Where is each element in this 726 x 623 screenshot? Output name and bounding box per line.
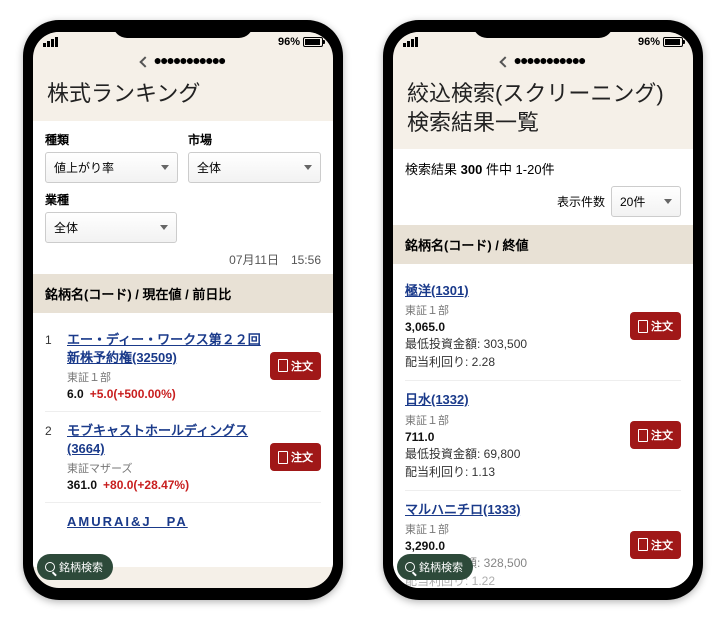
arrow-left-icon bbox=[500, 56, 511, 67]
filter-market-label: 市場 bbox=[188, 131, 321, 148]
nav-hint: ●●●●●●●●●●● bbox=[33, 50, 333, 72]
battery-percent: 96% bbox=[278, 36, 300, 48]
stock-search-button[interactable]: 銘柄検索 bbox=[37, 554, 113, 580]
filter-industry-label: 業種 bbox=[45, 191, 177, 208]
overflow-stock-link[interactable]: AMURAI&J PA bbox=[45, 503, 321, 530]
battery-icon bbox=[303, 37, 323, 47]
result-summary: 検索結果 300 件中 1-20件 bbox=[405, 159, 681, 178]
stock-link[interactable]: モブキャストホールディングス(3664) bbox=[67, 422, 262, 458]
ranking-row: 2 モブキャストホールディングス(3664) 東証マザーズ 361.0 +80.0… bbox=[45, 412, 321, 503]
order-icon bbox=[638, 320, 648, 333]
min-invest: 328,500 bbox=[484, 556, 527, 570]
yield: 1.13 bbox=[472, 465, 495, 479]
display-count-label: 表示件数 bbox=[557, 193, 605, 210]
search-icon bbox=[405, 562, 415, 572]
battery-indicator: 96% bbox=[638, 36, 683, 48]
filter-market-select[interactable]: 全体 bbox=[188, 152, 321, 183]
stock-price: 3,065.0 bbox=[405, 320, 445, 334]
content-left: 種類 値上がり率 市場 全体 業種 全体 07月11日 15:56 銘柄名(コー… bbox=[33, 121, 333, 567]
order-icon bbox=[638, 538, 648, 551]
status-bar: 96% bbox=[393, 32, 693, 50]
signal-icon bbox=[403, 37, 418, 47]
status-bar: 96% bbox=[33, 32, 333, 50]
timestamp: 07月11日 15:56 bbox=[45, 251, 321, 268]
order-icon bbox=[278, 359, 288, 372]
yield: 1.22 bbox=[472, 574, 495, 588]
filter-type-label: 種類 bbox=[45, 131, 178, 148]
order-button[interactable]: 注文 bbox=[630, 531, 681, 559]
stock-price: 711.0 bbox=[405, 430, 434, 444]
order-button[interactable]: 注文 bbox=[270, 352, 321, 380]
result-row: 極洋(1301) 東証１部 3,065.0 最低投資金額: 303,500 配当… bbox=[405, 272, 681, 381]
row-number: 1 bbox=[45, 331, 59, 347]
stock-market: 東証１部 bbox=[405, 521, 622, 537]
stock-price: 3,290.0 bbox=[405, 539, 445, 553]
carrier-dots: ●●●●●●●●●●● bbox=[513, 52, 584, 68]
display-count-select[interactable]: 20件 bbox=[611, 186, 681, 217]
phone-left: 96% ●●●●●●●●●●● 株式ランキング 種類 値上がり率 市場 全体 業… bbox=[23, 20, 343, 600]
phone-right: 96% ●●●●●●●●●●● 絞込検索(スクリーニング)検索結果一覧 検索結果… bbox=[383, 20, 703, 600]
order-icon bbox=[638, 429, 648, 442]
column-header: 銘柄名(コード) / 現在値 / 前日比 bbox=[33, 274, 333, 313]
stock-search-button[interactable]: 銘柄検索 bbox=[397, 554, 473, 580]
arrow-left-icon bbox=[140, 56, 151, 67]
stock-change: +5.0(+500.00%) bbox=[90, 387, 176, 401]
yield: 2.28 bbox=[472, 355, 495, 369]
filter-type-select[interactable]: 値上がり率 bbox=[45, 152, 178, 183]
ranking-row: 1 エー・ディー・ワークス第２２回新株予約権(32509) 東証１部 6.0 +5… bbox=[45, 321, 321, 412]
row-number: 2 bbox=[45, 422, 59, 438]
stock-market: 東証１部 bbox=[405, 412, 622, 428]
stock-link[interactable]: マルハニチロ(1333) bbox=[405, 501, 521, 519]
battery-percent: 96% bbox=[638, 36, 660, 48]
signal-icon bbox=[43, 37, 58, 47]
stock-link[interactable]: 日水(1332) bbox=[405, 391, 469, 409]
result-row: 日水(1332) 東証１部 711.0 最低投資金額: 69,800 配当利回り… bbox=[405, 381, 681, 490]
order-button[interactable]: 注文 bbox=[630, 421, 681, 449]
stock-link[interactable]: エー・ディー・ワークス第２２回新株予約権(32509) bbox=[67, 331, 262, 367]
filter-industry-select[interactable]: 全体 bbox=[45, 212, 177, 243]
nav-hint: ●●●●●●●●●●● bbox=[393, 50, 693, 72]
content-right: 検索結果 300 件中 1-20件 表示件数20件 銘柄名(コード) / 終値 … bbox=[393, 149, 693, 588]
carrier-dots: ●●●●●●●●●●● bbox=[153, 52, 224, 68]
stock-market: 東証１部 bbox=[405, 302, 622, 318]
stock-price: 361.0 bbox=[67, 478, 97, 492]
stock-market: 東証１部 bbox=[67, 369, 262, 385]
order-button[interactable]: 注文 bbox=[270, 443, 321, 471]
min-invest: 69,800 bbox=[484, 447, 521, 461]
battery-icon bbox=[663, 37, 683, 47]
column-header: 銘柄名(コード) / 終値 bbox=[393, 225, 693, 264]
order-icon bbox=[278, 451, 288, 464]
stock-market: 東証マザーズ bbox=[67, 460, 262, 476]
result-count: 300 bbox=[461, 162, 483, 177]
stock-link[interactable]: 極洋(1301) bbox=[405, 282, 469, 300]
stock-change: +80.0(+28.47%) bbox=[103, 478, 189, 492]
order-button[interactable]: 注文 bbox=[630, 312, 681, 340]
search-icon bbox=[45, 562, 55, 572]
stock-price: 6.0 bbox=[67, 387, 84, 401]
min-invest: 303,500 bbox=[484, 337, 527, 351]
page-title: 絞込検索(スクリーニング)検索結果一覧 bbox=[393, 72, 693, 149]
battery-indicator: 96% bbox=[278, 36, 323, 48]
screen-right: 96% ●●●●●●●●●●● 絞込検索(スクリーニング)検索結果一覧 検索結果… bbox=[393, 32, 693, 588]
page-title: 株式ランキング bbox=[33, 72, 333, 121]
screen-left: 96% ●●●●●●●●●●● 株式ランキング 種類 値上がり率 市場 全体 業… bbox=[33, 32, 333, 588]
